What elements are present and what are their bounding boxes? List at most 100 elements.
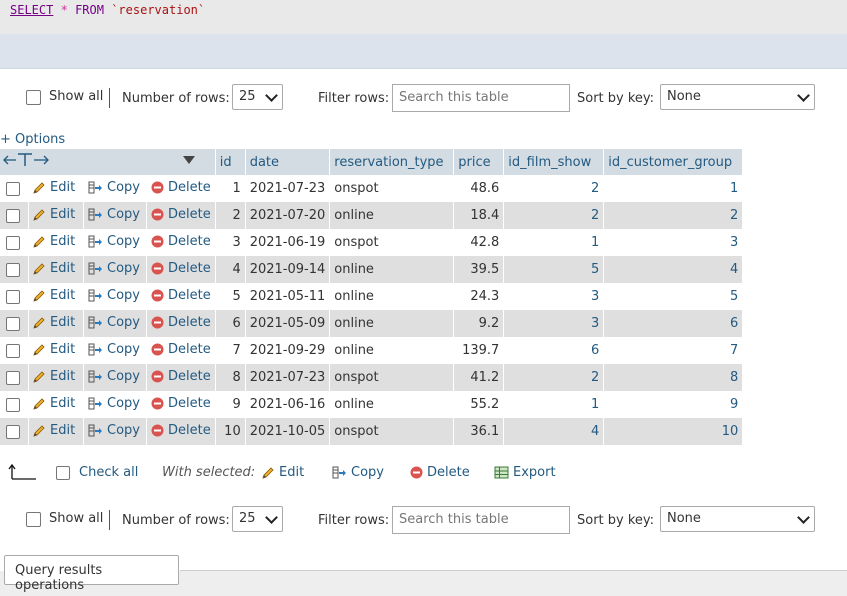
cell-date[interactable]: 2021-06-16: [245, 391, 331, 418]
row-edit-button[interactable]: Edit: [33, 207, 75, 222]
bulk-copy-button[interactable]: Copy: [332, 465, 384, 480]
row-copy-button[interactable]: Copy: [88, 261, 140, 276]
cell-id-film-show[interactable]: 4: [503, 418, 605, 445]
sort-by-key-select[interactable]: None: [660, 506, 815, 532]
row-edit-button[interactable]: Edit: [33, 234, 75, 249]
cell-id[interactable]: 6: [215, 310, 246, 337]
cell-price[interactable]: 9.2: [453, 310, 505, 337]
cell-reservation-type[interactable]: online: [329, 202, 455, 229]
row-edit-button[interactable]: Edit: [33, 288, 75, 303]
cell-price[interactable]: 48.6: [453, 175, 505, 202]
column-header-price[interactable]: price: [453, 149, 505, 175]
cell-id-customer-group[interactable]: 1: [603, 175, 744, 202]
bulk-export-button[interactable]: Export: [494, 465, 556, 480]
cell-price[interactable]: 41.2: [453, 364, 505, 391]
filter-rows-input[interactable]: Search this table: [392, 84, 570, 112]
cell-id-film-show[interactable]: 1: [503, 229, 605, 256]
row-checkbox[interactable]: [6, 424, 20, 439]
cell-id-film-show[interactable]: 6: [503, 337, 605, 364]
cell-id-customer-group[interactable]: 3: [603, 229, 744, 256]
cell-id-film-show[interactable]: 2: [503, 175, 605, 202]
options-link[interactable]: + Options: [0, 132, 65, 147]
row-delete-button[interactable]: Delete: [151, 207, 211, 222]
cell-date[interactable]: 2021-07-23: [245, 364, 331, 391]
cell-date[interactable]: 2021-05-09: [245, 310, 331, 337]
row-edit-button[interactable]: Edit: [33, 261, 75, 276]
cell-id[interactable]: 5: [215, 283, 246, 310]
query-results-operations-tab[interactable]: Query results operations: [4, 555, 179, 593]
check-all-label[interactable]: Check all: [79, 465, 138, 480]
row-delete-button[interactable]: Delete: [151, 180, 211, 195]
column-header-date[interactable]: date: [245, 149, 331, 175]
cell-date[interactable]: 2021-09-14: [245, 256, 331, 283]
row-checkbox[interactable]: [6, 343, 20, 358]
cell-price[interactable]: 39.5: [453, 256, 505, 283]
row-edit-button[interactable]: Edit: [33, 423, 75, 438]
row-copy-button[interactable]: Copy: [88, 423, 140, 438]
show-all-checkbox[interactable]: [26, 512, 41, 527]
row-copy-button[interactable]: Copy: [88, 234, 140, 249]
row-delete-button[interactable]: Delete: [151, 234, 211, 249]
cell-id[interactable]: 4: [215, 256, 246, 283]
cell-id-customer-group[interactable]: 10: [603, 418, 744, 445]
row-edit-button[interactable]: Edit: [33, 396, 75, 411]
row-checkbox[interactable]: [6, 289, 20, 304]
row-delete-button[interactable]: Delete: [151, 315, 211, 330]
cell-id[interactable]: 7: [215, 337, 246, 364]
cell-price[interactable]: 36.1: [453, 418, 505, 445]
cell-date[interactable]: 2021-05-11: [245, 283, 331, 310]
row-edit-button[interactable]: Edit: [33, 342, 75, 357]
bulk-delete-button[interactable]: Delete: [410, 465, 470, 480]
check-all-checkbox[interactable]: [56, 466, 70, 480]
cell-id[interactable]: 9: [215, 391, 246, 418]
sort-by-key-select[interactable]: None: [660, 84, 815, 110]
row-delete-button[interactable]: Delete: [151, 396, 211, 411]
row-delete-button[interactable]: Delete: [151, 342, 211, 357]
cell-reservation-type[interactable]: online: [329, 391, 455, 418]
cell-id-customer-group[interactable]: 2: [603, 202, 744, 229]
cell-date[interactable]: 2021-07-20: [245, 202, 331, 229]
cell-id-film-show[interactable]: 5: [503, 256, 605, 283]
cell-id-customer-group[interactable]: 4: [603, 256, 744, 283]
row-delete-button[interactable]: Delete: [151, 369, 211, 384]
cell-id-film-show[interactable]: 1: [503, 391, 605, 418]
cell-id-customer-group[interactable]: 6: [603, 310, 744, 337]
sql-select-keyword[interactable]: SELECT: [10, 3, 53, 17]
row-edit-button[interactable]: Edit: [33, 369, 75, 384]
cell-date[interactable]: 2021-07-23: [245, 175, 331, 202]
cell-id[interactable]: 2: [215, 202, 246, 229]
row-copy-button[interactable]: Copy: [88, 396, 140, 411]
row-checkbox[interactable]: [6, 181, 20, 196]
cell-id[interactable]: 8: [215, 364, 246, 391]
cell-id-customer-group[interactable]: 9: [603, 391, 744, 418]
row-copy-button[interactable]: Copy: [88, 180, 140, 195]
column-header-id-film-show[interactable]: id_film_show: [503, 149, 605, 175]
cell-id-film-show[interactable]: 3: [503, 310, 605, 337]
row-checkbox[interactable]: [6, 397, 20, 412]
row-checkbox[interactable]: [6, 316, 20, 331]
rows-per-page-select[interactable]: 25: [232, 84, 283, 110]
cell-price[interactable]: 139.7: [453, 337, 505, 364]
cell-id[interactable]: 1: [215, 175, 246, 202]
row-copy-button[interactable]: Copy: [88, 315, 140, 330]
row-checkbox[interactable]: [6, 370, 20, 385]
cell-id-customer-group[interactable]: 5: [603, 283, 744, 310]
cell-id[interactable]: 3: [215, 229, 246, 256]
column-header-id-customer-group[interactable]: id_customer_group: [603, 149, 744, 175]
cell-price[interactable]: 42.8: [453, 229, 505, 256]
cell-price[interactable]: 55.2: [453, 391, 505, 418]
row-copy-button[interactable]: Copy: [88, 342, 140, 357]
cell-reservation-type[interactable]: online: [329, 283, 455, 310]
cell-reservation-type[interactable]: onspot: [329, 229, 455, 256]
row-delete-button[interactable]: Delete: [151, 261, 211, 276]
column-header-id[interactable]: id: [215, 149, 246, 175]
cell-id-customer-group[interactable]: 7: [603, 337, 744, 364]
cell-reservation-type[interactable]: onspot: [329, 175, 455, 202]
rows-per-page-select[interactable]: 25: [232, 506, 283, 532]
column-header-reservation-type[interactable]: reservation_type: [329, 149, 455, 175]
cell-date[interactable]: 2021-10-05: [245, 418, 331, 445]
cell-id[interactable]: 10: [215, 418, 246, 445]
cell-price[interactable]: 18.4: [453, 202, 505, 229]
row-delete-button[interactable]: Delete: [151, 423, 211, 438]
show-all-checkbox[interactable]: [26, 90, 41, 105]
